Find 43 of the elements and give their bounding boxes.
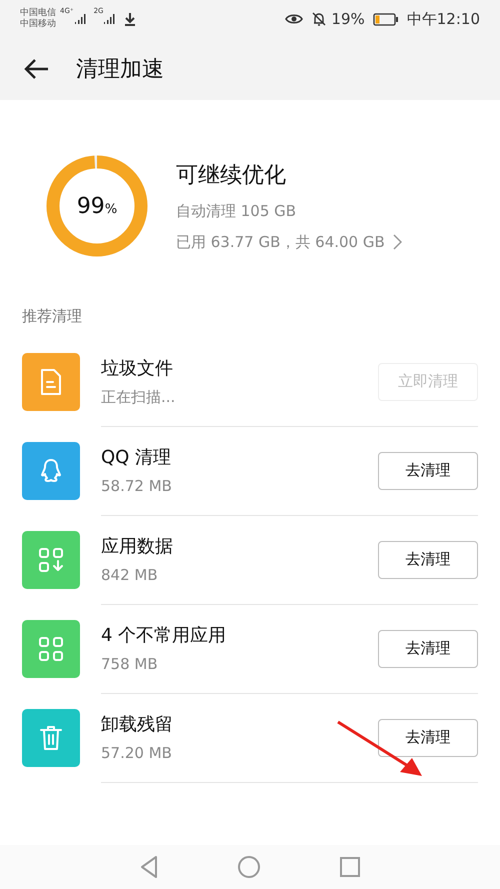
item-size: 57.20 MB bbox=[101, 742, 173, 764]
back-arrow-icon bbox=[23, 58, 49, 80]
trash-icon bbox=[39, 724, 63, 752]
download-icon bbox=[123, 12, 138, 26]
square-recents-icon bbox=[339, 856, 361, 878]
circle-home-icon bbox=[237, 855, 261, 879]
section-heading: 推荐清理 bbox=[21, 306, 83, 327]
clean-button[interactable]: 去清理 bbox=[378, 718, 478, 756]
carrier-name: 中国电信 bbox=[20, 9, 56, 18]
clean-button[interactable]: 去清理 bbox=[378, 630, 478, 668]
grid-download-icon bbox=[38, 547, 64, 573]
item-size: 58.72 MB bbox=[101, 476, 173, 497]
muted-bell-icon bbox=[311, 11, 328, 27]
item-size: 842 MB bbox=[101, 564, 159, 586]
grid-icon bbox=[38, 636, 64, 662]
item-title: QQ 清理 bbox=[101, 446, 172, 470]
back-nav-button[interactable] bbox=[139, 855, 159, 879]
status-title: 可继续优化 bbox=[176, 162, 287, 190]
item-title: 垃圾文件 bbox=[101, 356, 174, 381]
penguin-icon bbox=[39, 457, 63, 485]
recents-nav-button[interactable] bbox=[339, 856, 361, 878]
item-title: 应用数据 bbox=[101, 534, 174, 559]
storage-usage-link[interactable]: 已用 63.77 GB，共 64.00 GB bbox=[176, 230, 402, 253]
auto-clean-text: 自动清理 105 GB bbox=[176, 201, 298, 222]
clock: 中午12:10 bbox=[406, 8, 480, 30]
home-nav-button[interactable] bbox=[237, 855, 261, 879]
eye-icon bbox=[285, 13, 304, 25]
carrier-name: 中国移动 bbox=[20, 20, 56, 29]
signal-icon bbox=[103, 13, 116, 25]
battery-percent: 19% bbox=[331, 8, 365, 30]
signal-icon bbox=[74, 13, 86, 25]
chevron-right-icon bbox=[392, 234, 402, 250]
battery-icon bbox=[372, 12, 399, 26]
page-title: 清理加速 bbox=[76, 56, 164, 84]
percent-value: 99% bbox=[76, 192, 118, 220]
clean-button[interactable]: 去清理 bbox=[378, 452, 478, 490]
triangle-back-icon bbox=[139, 855, 159, 879]
document-icon bbox=[39, 368, 63, 396]
clean-button[interactable]: 去清理 bbox=[378, 540, 478, 578]
item-size: 758 MB bbox=[101, 654, 159, 675]
item-title: 4 个不常用应用 bbox=[101, 624, 228, 648]
item-size: 正在扫描... bbox=[101, 386, 176, 408]
item-title: 卸载残留 bbox=[101, 712, 174, 737]
